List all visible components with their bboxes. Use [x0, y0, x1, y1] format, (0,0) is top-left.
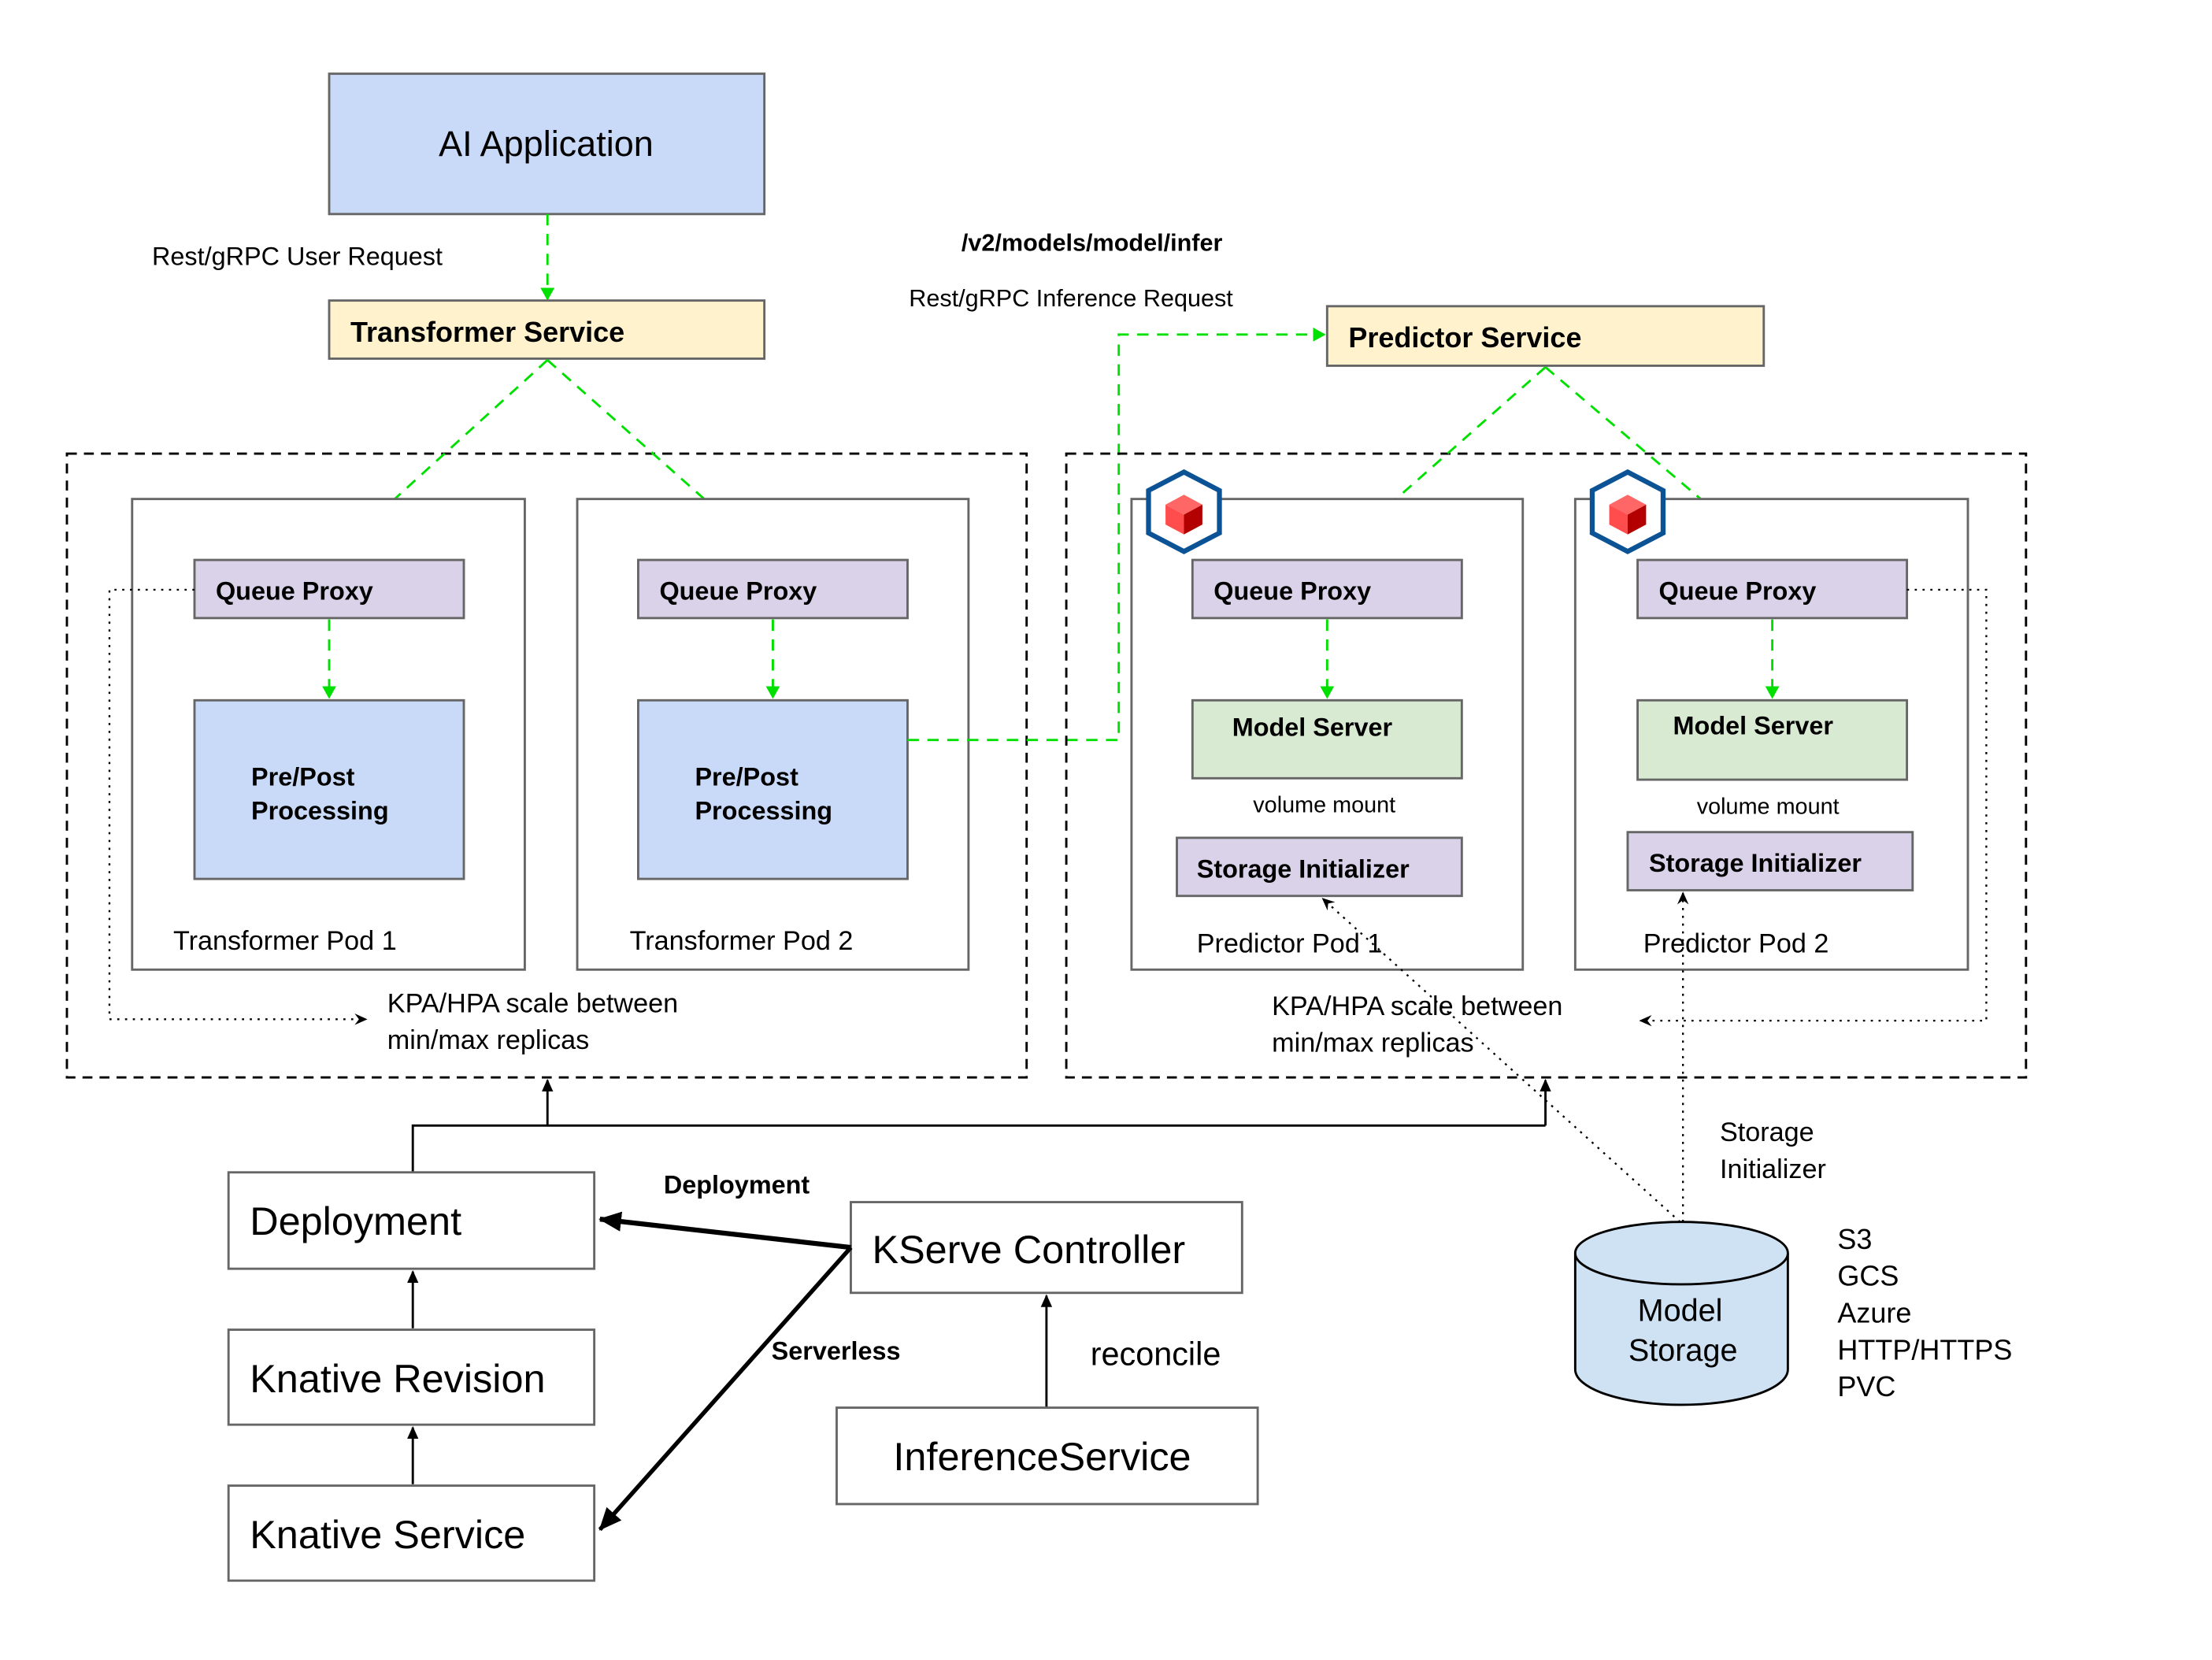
transformer-pod-1[interactable]: Queue Proxy Pre/Post Processing Transfor… — [131, 498, 526, 971]
model-server-label: Model Server — [1232, 713, 1393, 741]
volume-mount-label: volume mount — [1697, 794, 1840, 819]
reconcile-label: reconcile — [1091, 1336, 1221, 1373]
storage-backend: Azure — [1837, 1297, 1911, 1329]
queue-proxy-label: Queue Proxy — [216, 576, 373, 605]
storage-backend: S3 — [1837, 1223, 1872, 1255]
queue-proxy-label: Queue Proxy — [1659, 576, 1817, 605]
kserve-icon — [1146, 469, 1222, 554]
ai-application-node[interactable]: AI Application — [328, 72, 766, 216]
storage-backend: PVC — [1837, 1370, 1895, 1402]
transformer-scale-label-1: KPA/HPA scale between — [387, 988, 678, 1018]
cylinder-top — [1573, 1221, 1789, 1286]
processing-label-1: Pre/Post — [695, 762, 798, 791]
predictor-service-label: Predictor Service — [1348, 321, 1581, 354]
model-storage-label-2: Storage — [1628, 1333, 1738, 1368]
kserve-controller-node[interactable]: KServe Controller — [850, 1201, 1243, 1295]
kserve-architecture-diagram: AI Application Rest/gRPC User Request Tr… — [65, 72, 2028, 1582]
controller-to-knative-service-arrow — [598, 1246, 853, 1532]
storage-initializer-label: Storage Initializer — [1197, 854, 1410, 883]
knative-revision-node[interactable]: Knative Revision — [227, 1328, 596, 1426]
controller-to-deployment-arrow — [598, 1211, 851, 1251]
model-storage-label-1: Model — [1638, 1294, 1723, 1328]
model-server-label: Model Server — [1673, 711, 1834, 739]
deployment-node[interactable]: Deployment — [227, 1171, 596, 1270]
predictor-pod-2[interactable]: Queue Proxy Model Server volume mount St… — [1573, 469, 1969, 971]
transformer-service-node[interactable]: Transformer Service — [328, 299, 766, 360]
pod-label: Predictor Pod 1 — [1197, 929, 1383, 959]
inference-request-label: Rest/gRPC Inference Request — [909, 285, 1233, 312]
pod-label: Predictor Pod 2 — [1643, 929, 1829, 959]
predictor-service-node[interactable]: Predictor Service — [1325, 305, 1766, 367]
knative-service-node[interactable]: Knative Service — [227, 1484, 596, 1582]
processing-label-2: Processing — [695, 796, 832, 824]
queue-proxy-label: Queue Proxy — [1213, 576, 1371, 605]
pod-label: Transformer Pod 1 — [173, 926, 397, 956]
transformer-service-label: Transformer Service — [350, 316, 624, 348]
transformer-scale-label-2: min/max replicas — [387, 1025, 589, 1055]
user-request-label: Rest/gRPC User Request — [152, 243, 443, 271]
storage-edge-label-2: Initializer — [1720, 1154, 1826, 1184]
model-storage-node[interactable]: Model Storage — [1573, 1221, 1789, 1406]
storage-backend: GCS — [1837, 1260, 1899, 1292]
knative-service-label: Knative Service — [250, 1512, 525, 1557]
predictor-scale-label-2: min/max replicas — [1272, 1028, 1473, 1058]
storage-backend: HTTP/HTTPS — [1837, 1333, 2012, 1365]
storage-backends-list: S3 GCS Azure HTTP/HTTPS PVC — [1837, 1223, 2012, 1402]
transformer-pod-2[interactable]: Queue Proxy Pre/Post Processing Transfor… — [576, 498, 970, 971]
serverless-edge-label: Serverless — [772, 1336, 901, 1365]
queue-proxy-label: Queue Proxy — [659, 576, 817, 605]
storage-edge-label-1: Storage — [1720, 1117, 1814, 1147]
endpoint-label: /v2/models/model/infer — [961, 230, 1223, 257]
ai-application-label: AI Application — [439, 124, 654, 164]
deployment-connector — [411, 1124, 1546, 1173]
kserve-controller-label: KServe Controller — [872, 1227, 1185, 1272]
predictor-scale-label-1: KPA/HPA scale between — [1272, 991, 1562, 1021]
deployment-edge-label: Deployment — [664, 1171, 810, 1199]
predictor-pod-1[interactable]: Queue Proxy Model Server volume mount St… — [1130, 469, 1525, 971]
storage-initializer-label: Storage Initializer — [1649, 849, 1862, 877]
volume-mount-label: volume mount — [1253, 792, 1395, 817]
kserve-icon — [1589, 469, 1666, 554]
pod-label: Transformer Pod 2 — [630, 926, 854, 956]
inference-service-label: InferenceService — [893, 1434, 1191, 1479]
inference-service-node[interactable]: InferenceService — [836, 1406, 1259, 1506]
deployment-label: Deployment — [250, 1199, 461, 1243]
processing-label-1: Pre/Post — [251, 762, 355, 791]
processing-label-2: Processing — [251, 796, 389, 824]
knative-revision-label: Knative Revision — [250, 1356, 545, 1401]
